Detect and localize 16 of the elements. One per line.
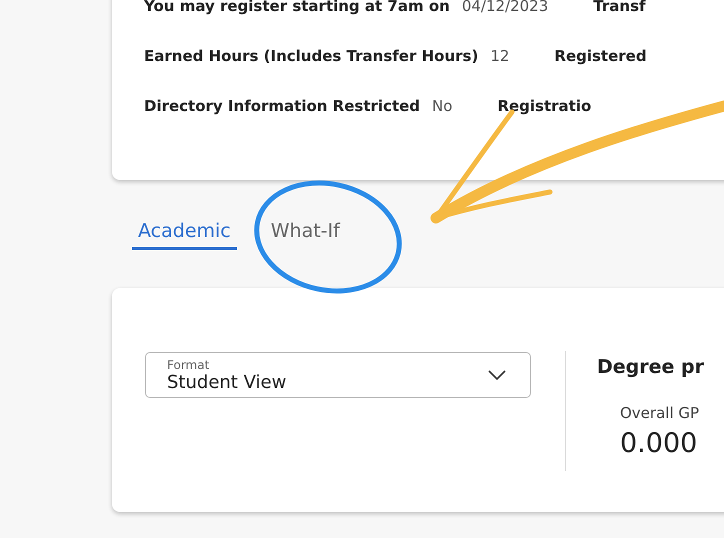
field-label: Directory Information Restricted [144, 97, 420, 115]
field-label: Earned Hours (Includes Transfer Hours) [144, 47, 478, 65]
field-value: 12 [490, 47, 510, 65]
section-title: Degree pr [597, 356, 704, 378]
field-label: Registratio [497, 97, 592, 115]
select-label: Format [167, 358, 210, 372]
select-value: Student View [167, 372, 286, 392]
chevron-down-icon [488, 370, 506, 380]
gpa-value: 0.000 [620, 428, 698, 459]
field-label: Registered [554, 47, 647, 65]
tab[interactable]: Academic [132, 214, 237, 250]
tab[interactable]: What-If [264, 214, 346, 250]
format-select[interactable]: Format Student View [145, 352, 531, 398]
field-value: 04/12/2023 [462, 0, 548, 15]
field-value: No [432, 97, 452, 115]
gpa-label: Overall GP [620, 404, 700, 422]
